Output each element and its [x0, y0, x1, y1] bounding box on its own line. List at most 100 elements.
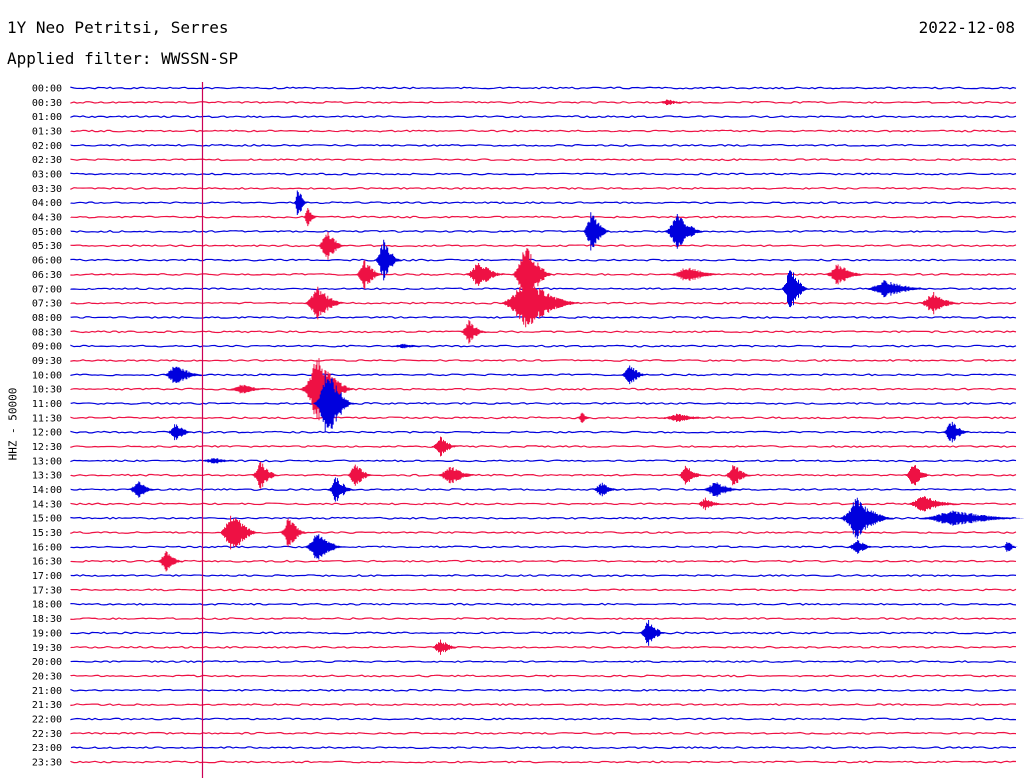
trace-row — [70, 645, 1017, 649]
time-label: 19:00 — [32, 628, 62, 639]
seismic-event — [620, 365, 649, 385]
time-label: 03:30 — [32, 184, 62, 195]
seismic-event — [218, 515, 263, 550]
trace-row — [70, 86, 1017, 90]
trace-row — [70, 115, 1017, 119]
time-label: 14:00 — [32, 485, 62, 496]
trace-row — [70, 402, 1017, 405]
seismic-event — [862, 280, 935, 298]
seismic-event — [303, 534, 347, 560]
time-label: 08:00 — [32, 313, 62, 324]
seismic-event — [431, 639, 460, 655]
trace-row — [70, 201, 1017, 205]
seismic-event — [498, 279, 585, 328]
time-label: 01:30 — [32, 127, 62, 138]
time-label: 16:00 — [32, 542, 62, 553]
seismic-event — [676, 465, 706, 485]
time-label: 14:30 — [32, 499, 62, 510]
seismic-event — [847, 540, 876, 554]
trace-row — [70, 258, 1017, 262]
seismic-event — [941, 421, 971, 443]
trace-row — [70, 316, 1017, 319]
time-label: 11:30 — [32, 413, 62, 424]
seismic-event — [389, 343, 429, 349]
trace-row — [70, 502, 1017, 506]
seismic-event — [1003, 542, 1018, 552]
seismic-event — [227, 384, 271, 394]
trace-row — [70, 717, 1017, 721]
time-label: 05:00 — [32, 227, 62, 238]
trace-row — [70, 602, 1017, 606]
seismic-event — [279, 518, 309, 547]
trace-row — [70, 416, 1017, 420]
time-label: 13:30 — [32, 471, 62, 482]
seismic-event — [345, 464, 374, 486]
trace-row — [70, 531, 1017, 535]
seismic-event — [904, 496, 963, 512]
time-label: 09:00 — [32, 342, 62, 353]
time-label: 12:00 — [32, 428, 62, 439]
time-label: 19:30 — [32, 643, 62, 654]
time-label: 21:30 — [32, 700, 62, 711]
time-label: 12:30 — [32, 442, 62, 453]
trace-row — [70, 186, 1017, 190]
trace-row — [70, 359, 1017, 362]
time-label: 06:00 — [32, 256, 62, 267]
time-labels: 00:00 00:30 01:00 01:30 02:00 02:30 03:00 03:30… — [32, 84, 62, 769]
seismic-event — [251, 461, 281, 489]
seismic-event — [668, 267, 725, 281]
time-label: 07:00 — [32, 284, 62, 295]
time-label: 03:00 — [32, 170, 62, 181]
time-label: 20:30 — [32, 671, 62, 682]
time-label: 18:30 — [32, 614, 62, 625]
seismic-event — [919, 292, 962, 315]
time-label: 08:30 — [32, 327, 62, 338]
seismic-event — [464, 263, 508, 286]
time-label: 11:00 — [32, 399, 62, 410]
trace-row — [70, 100, 1017, 104]
trace-row — [70, 445, 1017, 449]
trace-row — [70, 703, 1017, 707]
time-label: 04:30 — [32, 213, 62, 224]
time-label: 17:00 — [32, 571, 62, 582]
trace-row — [70, 244, 1017, 248]
time-label: 07:30 — [32, 299, 62, 310]
trace-row — [70, 172, 1017, 176]
trace-row — [70, 488, 1017, 491]
helicorder-plot: 00:00 00:30 01:00 01:30 02:00 02:30 03:00 03:30… — [32, 82, 1024, 778]
seismic-event — [166, 424, 196, 441]
seismic-event — [199, 458, 243, 464]
seismic-event — [658, 99, 686, 106]
time-label: 04:00 — [32, 198, 62, 209]
seismic-event — [435, 467, 479, 484]
time-label: 16:30 — [32, 557, 62, 568]
trace-row — [70, 631, 1017, 635]
time-label: 15:00 — [32, 514, 62, 525]
seismic-event — [695, 497, 725, 511]
seismic-event — [781, 270, 810, 308]
trace-row — [70, 674, 1017, 678]
seismic-event — [162, 366, 204, 383]
trace-row — [70, 143, 1017, 147]
time-label: 09:30 — [32, 356, 62, 367]
time-label: 05:30 — [32, 241, 62, 252]
seismic-event — [156, 551, 185, 572]
seismic-event — [303, 286, 347, 320]
time-label: 13:00 — [32, 456, 62, 467]
seismic-event — [662, 214, 706, 249]
trace-row — [70, 158, 1017, 162]
trace-row — [70, 617, 1017, 620]
trace-row — [70, 731, 1017, 735]
trace-row — [70, 229, 1017, 233]
seismic-event — [659, 413, 713, 422]
trace-row — [70, 746, 1017, 750]
time-label: 15:30 — [32, 528, 62, 539]
time-label: 18:00 — [32, 600, 62, 611]
time-label: 21:00 — [32, 686, 62, 697]
seismic-event — [639, 620, 669, 646]
trace-row — [70, 215, 1017, 219]
time-label: 10:00 — [32, 370, 62, 381]
seismic-event — [431, 436, 459, 457]
trace-row — [70, 760, 1017, 764]
time-label: 22:30 — [32, 729, 62, 740]
